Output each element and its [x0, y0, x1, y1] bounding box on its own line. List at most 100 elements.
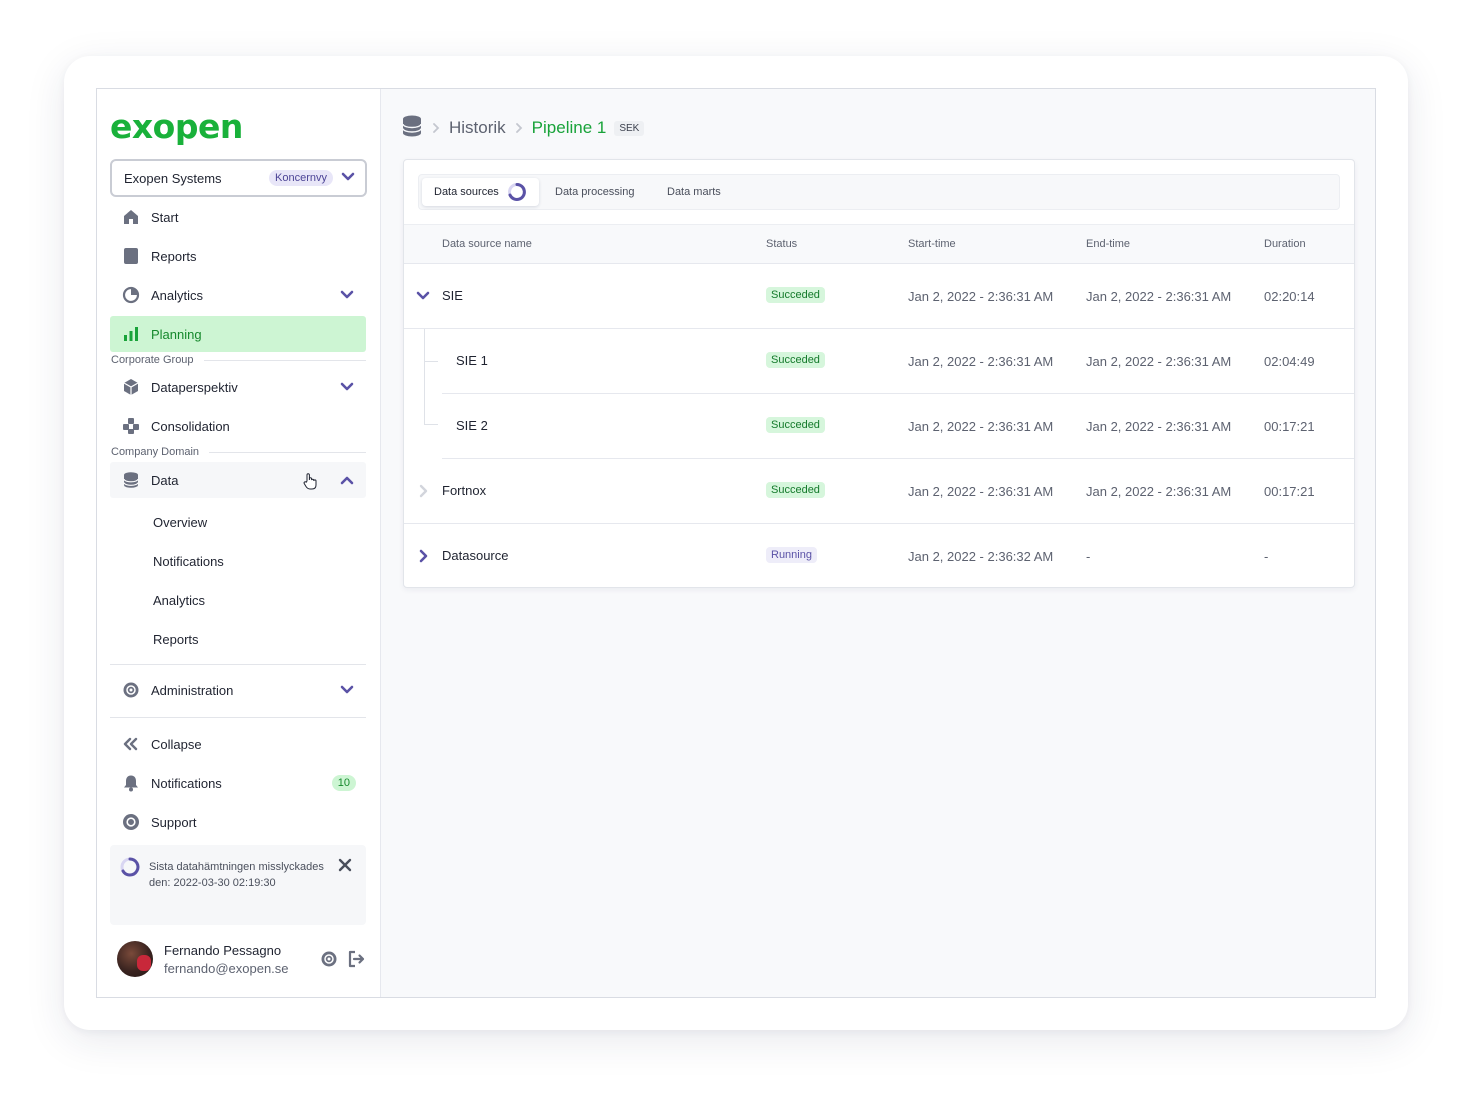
collapse-button[interactable]: Collapse [110, 726, 366, 762]
duration: 02:20:14 [1264, 289, 1315, 304]
close-icon[interactable] [338, 858, 352, 877]
column-header-status[interactable]: Status [766, 238, 797, 250]
start-time: Jan 2, 2022 - 2:36:31 AM [908, 419, 1054, 434]
status-badge: Running [766, 547, 817, 563]
currency-badge: SEK [614, 120, 645, 136]
data-subitem-analytics[interactable]: Analytics [153, 593, 205, 608]
tab-data-sources[interactable]: Data sources [422, 178, 539, 206]
chevron-down-icon[interactable] [415, 288, 431, 304]
chevron-right-icon [515, 122, 523, 134]
chevron-down-icon [341, 169, 355, 187]
puzzle-icon [122, 417, 140, 435]
bar-chart-icon [122, 325, 140, 343]
pipeline-panel: Data sources Data processing Data marts … [403, 159, 1355, 588]
view-badge: Koncernvy [269, 170, 333, 186]
chevron-up-icon[interactable] [340, 473, 354, 487]
tree-line [424, 424, 438, 425]
breadcrumb-pipeline[interactable]: Pipeline 1 [532, 118, 607, 138]
notifications-button[interactable]: Notifications 10 [110, 765, 366, 801]
organization-name: Exopen Systems [124, 170, 222, 186]
end-time: Jan 2, 2022 - 2:36:31 AM [1086, 289, 1232, 304]
status-badge: Succeded [766, 482, 825, 498]
settings-gear-icon[interactable] [320, 950, 338, 973]
end-time: Jan 2, 2022 - 2:36:31 AM [1086, 354, 1232, 369]
data-source-name: SIE 2 [456, 418, 488, 433]
section-corporate-group: Corporate Group [111, 354, 366, 366]
end-time: Jan 2, 2022 - 2:36:31 AM [1086, 419, 1232, 434]
sidebar-item-label: Reports [151, 248, 197, 264]
database-icon [122, 471, 140, 489]
column-header-name[interactable]: Data source name [442, 238, 532, 250]
alert-message: Sista datahämtningen misslyckades den: 2… [149, 861, 324, 889]
sidebar-item-reports[interactable]: Reports [110, 238, 366, 274]
chevron-right-icon[interactable] [415, 483, 431, 499]
sidebar-item-dataperspektiv[interactable]: Dataperspektiv [110, 369, 366, 405]
double-chevron-left-icon [122, 735, 140, 753]
start-time: Jan 2, 2022 - 2:36:31 AM [908, 484, 1054, 499]
sidebar-item-label: Administration [151, 682, 234, 698]
chevron-down-icon[interactable] [340, 380, 354, 394]
table-row[interactable]: SIE 2 Succeded Jan 2, 2022 - 2:36:31 AM … [442, 394, 1354, 459]
gear-icon [122, 681, 140, 699]
table-row[interactable]: SIE Succeded Jan 2, 2022 - 2:36:31 AM Ja… [404, 264, 1354, 329]
table-row[interactable]: SIE 1 Succeded Jan 2, 2022 - 2:36:31 AM … [442, 329, 1354, 394]
tree-line [424, 329, 425, 424]
table-row[interactable]: Fortnox Succeded Jan 2, 2022 - 2:36:31 A… [404, 459, 1354, 524]
tab-data-marts[interactable]: Data marts [655, 178, 733, 206]
support-icon [122, 813, 140, 831]
support-button[interactable]: Support [110, 804, 366, 840]
sidebar-item-data[interactable]: Data [110, 462, 366, 498]
sidebar-item-consolidation[interactable]: Consolidation [110, 408, 366, 444]
user-email: fernando@exopen.se [164, 961, 289, 976]
data-subitem-overview[interactable]: Overview [153, 515, 207, 530]
bell-icon [122, 774, 140, 792]
sidebar-item-planning[interactable]: Planning [110, 316, 366, 352]
logout-icon[interactable] [347, 950, 365, 973]
pie-chart-icon [122, 286, 140, 304]
column-header-start-time[interactable]: Start-time [908, 238, 956, 250]
loading-spinner-icon [120, 857, 140, 882]
breadcrumb: Historik Pipeline 1 SEK [401, 114, 645, 143]
breadcrumb-historik[interactable]: Historik [449, 118, 506, 138]
section-company-domain: Company Domain [111, 446, 366, 458]
data-source-name: SIE [442, 288, 463, 303]
fetch-alert: Sista datahämtningen misslyckades den: 2… [110, 845, 366, 925]
notifications-label: Notifications [151, 775, 222, 791]
chevron-down-icon[interactable] [340, 288, 354, 302]
status-badge: Succeded [766, 417, 825, 433]
home-icon [122, 208, 140, 226]
column-header-duration[interactable]: Duration [1264, 238, 1306, 250]
table-row[interactable]: Datasource Running Jan 2, 2022 - 2:36:32… [404, 524, 1354, 587]
sidebar-divider [110, 664, 366, 665]
exopen-logo: exopen [110, 107, 243, 146]
avatar[interactable] [117, 941, 153, 977]
database-icon [401, 114, 423, 143]
sidebar-item-label: Analytics [151, 287, 204, 303]
status-badge: Succeded [766, 352, 825, 368]
start-time: Jan 2, 2022 - 2:36:31 AM [908, 289, 1054, 304]
sidebar-item-start[interactable]: Start [110, 199, 366, 235]
sidebar-item-analytics[interactable]: Analytics [110, 277, 366, 313]
data-source-name: SIE 1 [456, 353, 488, 368]
sidebar-item-administration[interactable]: Administration [110, 672, 366, 708]
tab-bar: Data sources Data processing Data marts [418, 174, 1340, 210]
data-subitem-notifications[interactable]: Notifications [153, 554, 224, 569]
tab-data-processing[interactable]: Data processing [543, 178, 647, 206]
status-badge: Succeded [766, 287, 825, 303]
main-content: Historik Pipeline 1 SEK Data sources Dat… [381, 89, 1375, 997]
support-label: Support [151, 814, 197, 830]
organization-selector[interactable]: Exopen Systems Koncernvy [110, 159, 367, 197]
report-icon [122, 247, 140, 265]
start-time: Jan 2, 2022 - 2:36:32 AM [908, 549, 1054, 564]
chevron-down-icon[interactable] [340, 683, 354, 697]
column-header-end-time[interactable]: End-time [1086, 238, 1130, 250]
data-source-name: Datasource [442, 548, 509, 563]
cube-icon [122, 378, 140, 396]
sidebar-item-label: Start [151, 209, 179, 225]
sidebar-divider [110, 717, 366, 718]
duration: - [1264, 549, 1269, 564]
sidebar-item-label: Planning [151, 326, 202, 342]
data-subitem-reports[interactable]: Reports [153, 632, 199, 647]
notifications-count-badge: 10 [331, 775, 356, 791]
chevron-right-icon[interactable] [415, 548, 431, 564]
